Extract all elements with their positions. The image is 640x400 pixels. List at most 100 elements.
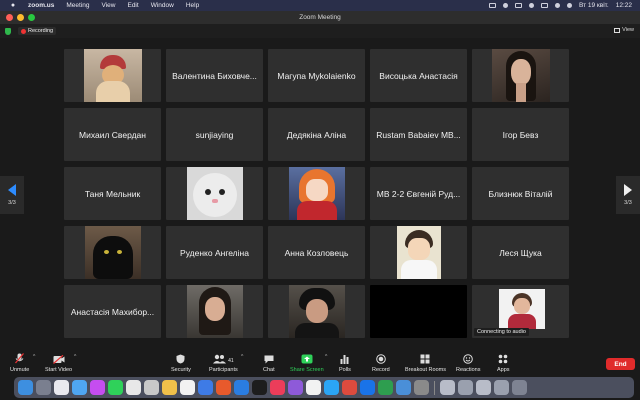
menu-time[interactable]: 12:22	[616, 2, 632, 9]
chrome-icon[interactable]	[342, 380, 357, 395]
contacts-icon[interactable]	[144, 380, 159, 395]
zoom-icon[interactable]	[360, 380, 375, 395]
avatar	[288, 285, 345, 338]
music-icon[interactable]	[270, 380, 285, 395]
photos-icon[interactable]	[180, 380, 195, 395]
messages-icon[interactable]	[108, 380, 123, 395]
appstore-icon[interactable]	[54, 380, 69, 395]
document-icon[interactable]	[476, 380, 491, 395]
participant-tile[interactable]: Таня Мельник	[64, 167, 161, 220]
shield-icon[interactable]	[5, 27, 11, 35]
participants-button[interactable]: 41 Participants	[209, 353, 238, 373]
control-center-icon[interactable]	[566, 3, 572, 8]
participant-tile[interactable]: Магупа Mykolaienko	[268, 49, 365, 102]
participant-tile[interactable]: Висоцька Анастасія	[370, 49, 467, 102]
document-icon[interactable]	[494, 380, 509, 395]
finder-icon[interactable]	[18, 380, 33, 395]
safari-icon[interactable]	[72, 380, 87, 395]
appletv-icon[interactable]	[252, 380, 267, 395]
participant-tile[interactable]	[268, 285, 365, 338]
participant-tile[interactable]	[64, 226, 161, 279]
keynote-icon[interactable]	[198, 380, 213, 395]
participant-name: Таня Мельник	[84, 188, 141, 199]
video-options-chevron-icon[interactable]: ^	[74, 354, 76, 360]
battery-icon[interactable]	[540, 3, 548, 8]
fullscreen-window-icon[interactable]	[28, 14, 35, 21]
launchpad-icon[interactable]	[36, 380, 51, 395]
prev-page-button[interactable]: 3/3	[0, 176, 24, 214]
podcast-app-icon[interactable]	[288, 380, 303, 395]
participant-tile[interactable]: МВ 2-2 Євгеній Руд...	[370, 167, 467, 220]
end-meeting-button[interactable]: End	[606, 358, 635, 370]
menu-meeting[interactable]: Meeting	[66, 2, 89, 9]
participant-tile[interactable]: Михаил Свердан	[64, 108, 161, 161]
telegram-icon[interactable]	[396, 380, 411, 395]
polls-button[interactable]: Polls	[339, 353, 351, 373]
participant-tile[interactable]: Руденко Ангеліна	[166, 226, 263, 279]
participants-chevron-icon[interactable]: ^	[241, 354, 243, 360]
calendar-icon[interactable]	[126, 380, 141, 395]
menu-window[interactable]: Window	[151, 2, 174, 9]
close-window-icon[interactable]	[6, 14, 13, 21]
participant-name: Анна Козловець	[284, 247, 349, 258]
apple-icon[interactable]: ●	[8, 2, 18, 9]
menu-help[interactable]: Help	[186, 2, 199, 9]
chat-button[interactable]: Chat	[263, 353, 275, 373]
preview-icon[interactable]	[306, 380, 321, 395]
share-options-chevron-icon[interactable]: ^	[325, 354, 327, 360]
participant-name: Михаил Свердан	[79, 129, 146, 140]
menu-app-name[interactable]: zoom.us	[28, 2, 54, 9]
search-icon[interactable]	[554, 3, 560, 8]
pages-icon[interactable]	[216, 380, 231, 395]
participant-tile[interactable]	[370, 285, 467, 338]
participant-tile[interactable]: Валентина Биховче...	[166, 49, 263, 102]
menu-view[interactable]: View	[102, 2, 116, 9]
participant-tile[interactable]: sunjiaying	[166, 108, 263, 161]
apps-button[interactable]: Apps	[497, 353, 510, 373]
record-button[interactable]: Record	[372, 353, 390, 373]
participant-tile[interactable]: Connecting to audio	[472, 285, 569, 338]
unmute-button[interactable]: Unmute	[10, 353, 29, 373]
word-icon[interactable]	[234, 380, 249, 395]
wifi-icon[interactable]	[528, 3, 534, 8]
participant-tile[interactable]: Анастасія Махибор...	[64, 285, 161, 338]
document-icon[interactable]	[458, 380, 473, 395]
security-label: Security	[171, 367, 191, 373]
participant-tile[interactable]	[268, 167, 365, 220]
participant-tile[interactable]: Ігор Бевз	[472, 108, 569, 161]
participant-tile[interactable]	[166, 285, 263, 338]
menu-date[interactable]: Вт 19 квіт.	[579, 2, 609, 9]
settings-icon[interactable]	[414, 380, 429, 395]
participant-tile[interactable]: Rustam Babaiev MB...	[370, 108, 467, 161]
breakout-rooms-button[interactable]: Breakout Rooms	[405, 353, 446, 373]
participant-tile[interactable]	[166, 167, 263, 220]
reactions-button[interactable]: Reactions	[456, 353, 480, 373]
record-status-icon[interactable]	[502, 3, 508, 8]
participant-tile[interactable]	[472, 49, 569, 102]
participant-tile[interactable]	[370, 226, 467, 279]
excel-icon[interactable]	[378, 380, 393, 395]
start-video-button[interactable]: Start Video	[45, 353, 72, 373]
display-icon[interactable]	[514, 3, 522, 8]
participant-tile[interactable]: Дедякіна Аліна	[268, 108, 365, 161]
mail-icon[interactable]	[324, 380, 339, 395]
notes-icon[interactable]	[162, 380, 177, 395]
podcasts-icon[interactable]	[90, 380, 105, 395]
minimize-window-icon[interactable]	[17, 14, 24, 21]
trash-icon[interactable]	[512, 380, 527, 395]
chat-icon	[264, 353, 274, 364]
recording-indicator[interactable]: Recording	[18, 27, 57, 35]
participant-tile[interactable]: Близнюк Віталій	[472, 167, 569, 220]
participant-tile[interactable]: Анна Козловець	[268, 226, 365, 279]
zoom-status-icon[interactable]	[488, 3, 496, 8]
audio-options-chevron-icon[interactable]: ^	[33, 354, 35, 360]
document-icon[interactable]	[440, 380, 455, 395]
share-screen-button[interactable]: Share Screen	[290, 353, 324, 373]
participant-tile[interactable]: Леся Щука	[472, 226, 569, 279]
microphone-muted-icon	[15, 353, 25, 364]
next-page-button[interactable]: 3/3	[616, 176, 640, 214]
participant-tile[interactable]	[64, 49, 161, 102]
security-button[interactable]: Security	[171, 353, 191, 373]
menu-edit[interactable]: Edit	[127, 2, 138, 9]
view-button[interactable]: View	[614, 27, 634, 33]
